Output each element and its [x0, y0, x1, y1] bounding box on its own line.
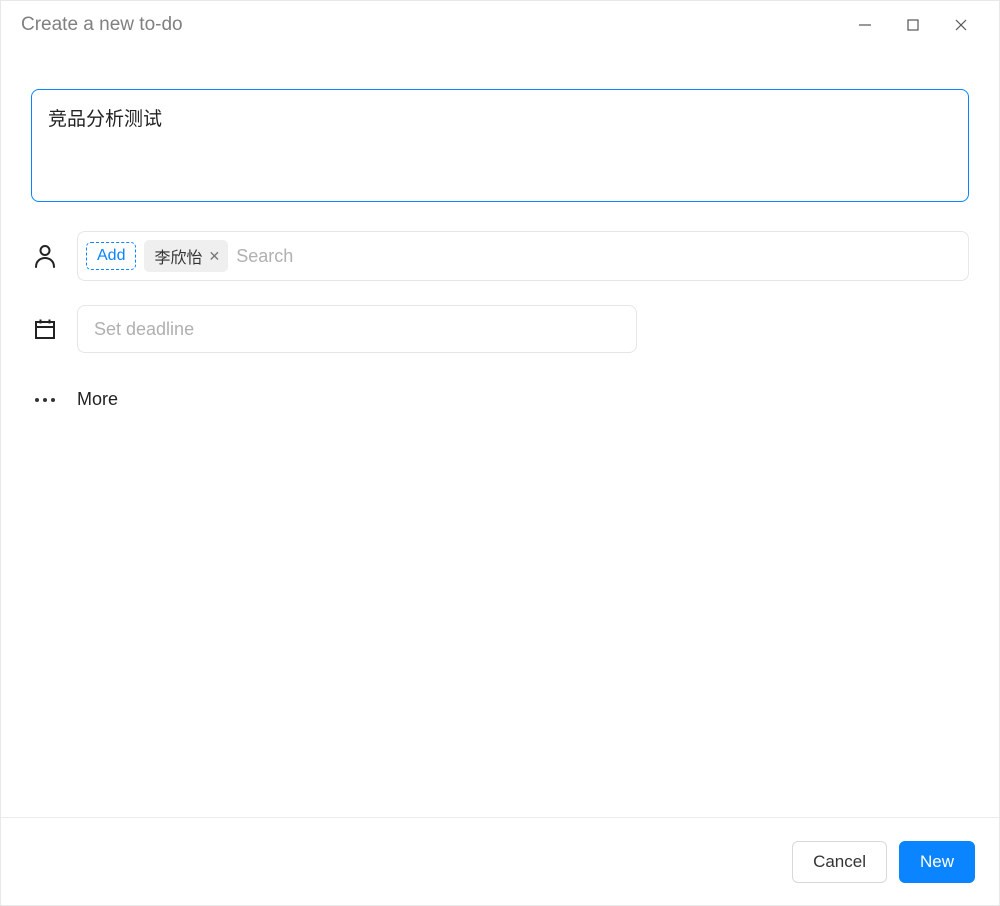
cancel-button[interactable]: Cancel: [792, 841, 887, 883]
person-icon: [31, 244, 59, 268]
assignee-chip: 李欣怡 ✕: [144, 240, 228, 272]
window-title: Create a new to-do: [21, 14, 841, 36]
deadline-row: [31, 305, 969, 353]
titlebar: Create a new to-do: [1, 1, 999, 49]
minimize-button[interactable]: [841, 9, 889, 41]
more-icon: [31, 398, 59, 402]
assignee-chip-name: 李欣怡: [154, 244, 202, 268]
todo-title-input[interactable]: [31, 89, 969, 202]
close-button[interactable]: [937, 9, 985, 41]
more-label: More: [77, 389, 118, 410]
deadline-input[interactable]: [94, 306, 620, 352]
window-controls: [841, 9, 985, 41]
close-icon: [954, 18, 968, 32]
maximize-icon: [906, 18, 920, 32]
maximize-button[interactable]: [889, 9, 937, 41]
deadline-field[interactable]: [77, 305, 637, 353]
remove-assignee-button[interactable]: ✕: [208, 249, 220, 263]
calendar-icon: [31, 318, 59, 340]
form-body: Add 李欣怡 ✕: [1, 49, 999, 817]
assignee-search-input[interactable]: [236, 232, 960, 280]
assignee-row: Add 李欣怡 ✕: [31, 231, 969, 281]
assignee-field[interactable]: Add 李欣怡 ✕: [77, 231, 969, 281]
more-button[interactable]: More: [31, 389, 969, 410]
create-todo-window: Create a new to-do Add: [0, 0, 1000, 906]
footer: Cancel New: [1, 817, 999, 905]
new-button[interactable]: New: [899, 841, 975, 883]
add-assignee-button[interactable]: Add: [86, 242, 136, 270]
minimize-icon: [858, 18, 872, 32]
